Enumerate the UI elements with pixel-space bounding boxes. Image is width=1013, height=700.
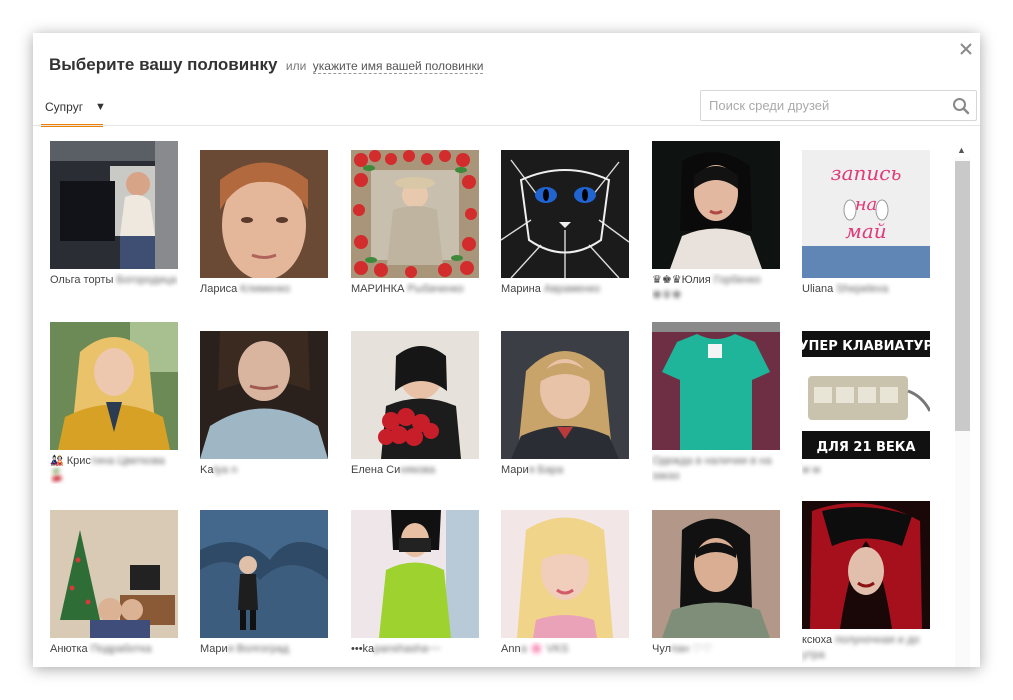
svg-text:ДЛЯ 21 ВЕКА: ДЛЯ 21 ВЕКА [816,440,915,455]
friend-photo: СУПЕР КЛАВИАТУРА ДЛЯ 21 ВЕКА [802,331,930,459]
friend-card[interactable]: Katya n [200,331,328,478]
friend-search-input[interactable] [701,91,949,120]
friend-name: Лариса Клименко [200,283,291,295]
friend-photo [50,510,178,638]
friend-name: Ольга торты Богородица [50,274,177,286]
friend-name: Елена Синякова [351,464,436,476]
friend-card[interactable]: Одежда в наличии в на заказ [652,322,780,484]
enter-partner-name-link[interactable]: укажите имя вашей половинки [312,59,484,74]
choose-partner-dialog: Выберите вашу половинку или укажите имя … [33,33,980,667]
friend-search-box[interactable] [700,90,977,121]
svg-text:СУПЕР КЛАВИАТУРА: СУПЕР КЛАВИАТУРА [802,339,930,354]
friend-card[interactable]: 🎎 Кристина Цветкова 🍒 [50,322,178,484]
friend-name: Мария Волгоград [200,643,289,655]
dialog-title: Выберите вашу половинку [49,55,278,74]
friend-name: МАРИНКА Рыбаченко [351,283,464,295]
dialog-header: Выберите вашу половинку или укажите имя … [49,55,940,75]
friend-name: м м [802,464,821,476]
friends-grid: Ольга торты Богородица Лариса Клименко М… [33,141,953,667]
friend-name: ксюха полуночная и до утра [802,634,920,661]
friend-photo [652,322,780,450]
caret-down-icon: ▼ [95,101,106,113]
friend-card[interactable]: Anna 🌸 VKS [501,510,629,657]
friend-photo [501,150,629,278]
friend-card[interactable]: Ольга торты Богородица [50,141,178,288]
friend-photo [802,501,930,629]
svg-text:май: май [845,219,886,243]
svg-text:запись: запись [831,161,902,185]
tab-divider [33,125,980,126]
friend-card[interactable]: Чулпан ♡♡ [652,510,780,657]
friend-name: Чулпан ♡♡ [652,643,712,655]
search-icon[interactable] [952,97,970,115]
friend-name: ♛♚♛Юлия Горбенко ♚♛♚ [652,274,761,301]
friend-photo [50,322,178,450]
friend-card[interactable]: МАРИНКА Рыбаченко [351,150,479,297]
friend-photo [351,150,479,278]
friend-photo [200,510,328,638]
friend-name: Анютка Подработка [50,643,152,655]
friend-card[interactable]: Анютка Подработка [50,510,178,657]
friend-photo [652,510,780,638]
friend-photo [200,331,328,459]
close-icon[interactable] [956,39,976,59]
friend-name: Марина Авраменко [501,283,601,295]
friend-photo [501,510,629,638]
friend-card[interactable]: •••kapanshasha~~ [351,510,479,657]
friend-name: Uliana Shepeleva [802,283,889,295]
scroll-up-icon[interactable]: ▲ [957,145,966,155]
friend-name: Одежда в наличии в на заказ [652,455,772,482]
friend-card[interactable]: СУПЕР КЛАВИАТУРА ДЛЯ 21 ВЕКА м м [802,331,930,478]
friend-card[interactable]: Мария Волгоград [200,510,328,657]
friend-card[interactable]: Марина Авраменко [501,150,629,297]
friend-photo [351,510,479,638]
or-text: или [285,59,307,73]
friend-card[interactable]: ♛♚♛Юлия Горбенко ♚♛♚ [652,141,780,303]
friend-card[interactable]: Елена Синякова [351,331,479,478]
friend-card[interactable]: Лариса Клименко [200,150,328,297]
friend-name: 🎎 Кристина Цветкова 🍒 [50,455,165,482]
relation-type-dropdown[interactable]: Супруг ▼ [41,90,106,127]
friend-name: Anna 🌸 VKS [501,643,569,655]
friend-card[interactable]: ксюха полуночная и до утра [802,501,930,663]
friend-name: •••kapanshasha~~ [351,643,441,655]
friend-card[interactable]: Мария Бара [501,331,629,478]
friend-photo [351,331,479,459]
friend-photo [50,141,178,269]
scrollbar-thumb[interactable] [955,161,970,431]
svg-text:на: на [855,194,878,215]
relation-type-label: Супруг [45,100,84,114]
friend-photo [652,141,780,269]
friend-name: Мария Бара [501,464,564,476]
scrollbar[interactable]: ▲ [953,141,970,667]
friend-name: Katya n [200,464,238,476]
friend-photo [200,150,328,278]
friend-card[interactable]: запись на май Uliana Shepeleva [802,150,930,297]
friend-photo [501,331,629,459]
friend-photo: запись на май [802,150,930,278]
